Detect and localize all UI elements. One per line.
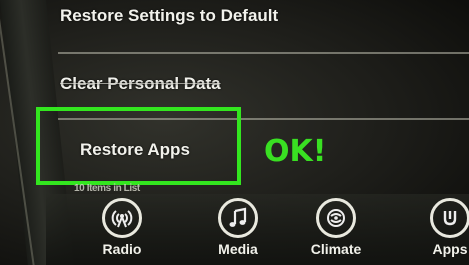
radio-button[interactable]: Radio — [82, 196, 162, 265]
menu-item-label: Clear Personal Data — [60, 74, 221, 93]
climate-label: Climate — [310, 241, 362, 257]
radio-icon — [102, 198, 142, 238]
media-label: Media — [218, 241, 258, 257]
items-count: 10 Items in List — [74, 183, 140, 194]
ok-annotation: OK! — [264, 134, 327, 169]
menu-item-clear-personal-data[interactable]: Clear Personal Data — [60, 74, 460, 94]
menu-item-label: Restore Settings to Default — [60, 6, 279, 25]
menu-item-restore-settings[interactable]: Restore Settings to Default — [60, 6, 460, 26]
apps-label: Apps — [432, 241, 468, 257]
media-button[interactable]: Media — [198, 196, 278, 265]
climate-icon — [316, 198, 356, 238]
apps-icon — [430, 198, 469, 238]
radio-label: Radio — [102, 241, 142, 257]
highlight-box — [36, 107, 241, 185]
music-note-icon — [218, 198, 258, 238]
divider — [58, 52, 469, 54]
apps-button[interactable]: Apps — [410, 196, 469, 265]
infotainment-screen: Restore Settings to Default Clear Person… — [0, 0, 469, 265]
climate-button[interactable]: Climate — [296, 196, 376, 265]
